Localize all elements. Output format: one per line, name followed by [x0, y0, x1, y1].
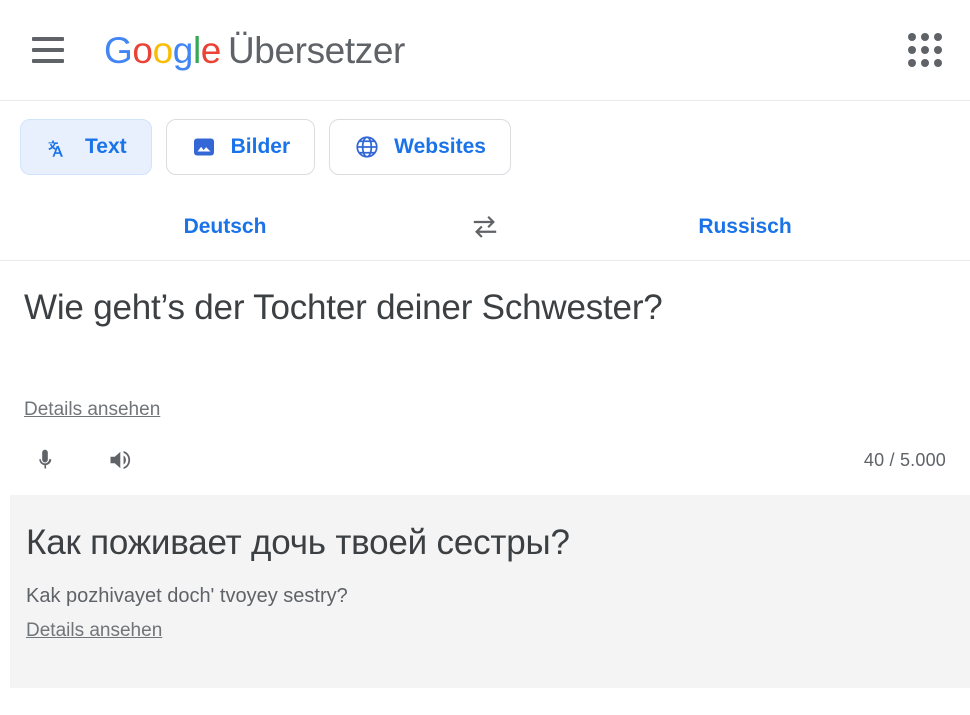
mode-tabbar: Text Bilder Websites — [0, 101, 970, 193]
logo-letter-g1: G — [104, 29, 133, 71]
hamburger-menu-icon[interactable] — [32, 37, 64, 63]
apps-dot — [921, 46, 929, 54]
apps-grid-icon[interactable] — [908, 33, 942, 67]
globe-icon — [354, 134, 380, 160]
speaker-icon[interactable] — [100, 439, 142, 481]
translate-icon — [45, 134, 71, 160]
tab-websites[interactable]: Websites — [329, 119, 511, 175]
app-header: Google Übersetzer — [0, 0, 970, 101]
source-details-link[interactable]: Details ansehen — [24, 399, 160, 421]
apps-dot — [934, 46, 942, 54]
character-counter: 40 / 5.000 — [863, 449, 946, 470]
source-panel: Wie geht’s der Tochter deiner Schwester?… — [0, 261, 970, 421]
logo-letter-o2: o — [152, 29, 174, 71]
hamburger-bar — [32, 48, 64, 52]
translation-details-link[interactable]: Details ansehen — [26, 620, 162, 642]
source-panel-footer: 40 / 5.000 — [0, 421, 970, 495]
apps-dot — [921, 59, 929, 67]
logo-letter-l: l — [192, 29, 201, 71]
google-wordmark: Google — [104, 32, 221, 69]
apps-dot — [934, 33, 942, 41]
apps-dot — [908, 59, 916, 67]
tab-label: Text — [85, 135, 127, 158]
target-language-selector[interactable]: Russisch — [520, 215, 970, 239]
hamburger-bar — [32, 37, 64, 41]
google-translate-app: Google Übersetzer Text Bilder Websites D… — [0, 0, 970, 715]
product-title: Übersetzer — [227, 29, 405, 71]
tab-label: Websites — [394, 135, 486, 158]
tab-text[interactable]: Text — [20, 119, 152, 175]
translation-panel: Как поживает дочь твоей сестры? Kak pozh… — [10, 495, 970, 688]
source-text-input[interactable]: Wie geht’s der Tochter deiner Schwester? — [24, 285, 946, 393]
source-language-selector[interactable]: Deutsch — [0, 215, 450, 239]
transliteration-text: Kak pozhivayet doch' tvoyey sestry? — [26, 584, 348, 607]
logo-letter-e: e — [200, 29, 222, 71]
brand-logo[interactable]: Google Übersetzer — [104, 32, 405, 69]
image-icon — [191, 134, 217, 160]
apps-dot — [908, 46, 916, 54]
apps-dot — [921, 33, 929, 41]
apps-dot — [908, 33, 916, 41]
logo-letter-g2: g — [172, 29, 194, 71]
apps-dot — [934, 59, 942, 67]
logo-letter-o1: o — [132, 29, 153, 71]
tab-bilder[interactable]: Bilder — [165, 119, 316, 175]
tab-label: Bilder — [230, 135, 291, 158]
microphone-icon[interactable] — [24, 439, 66, 481]
hamburger-bar — [32, 59, 64, 63]
language-selector-bar: Deutsch Russisch — [0, 193, 970, 261]
translation-output-text: Как поживает дочь твоей сестры? — [26, 523, 570, 562]
swap-languages-button[interactable] — [450, 213, 520, 241]
